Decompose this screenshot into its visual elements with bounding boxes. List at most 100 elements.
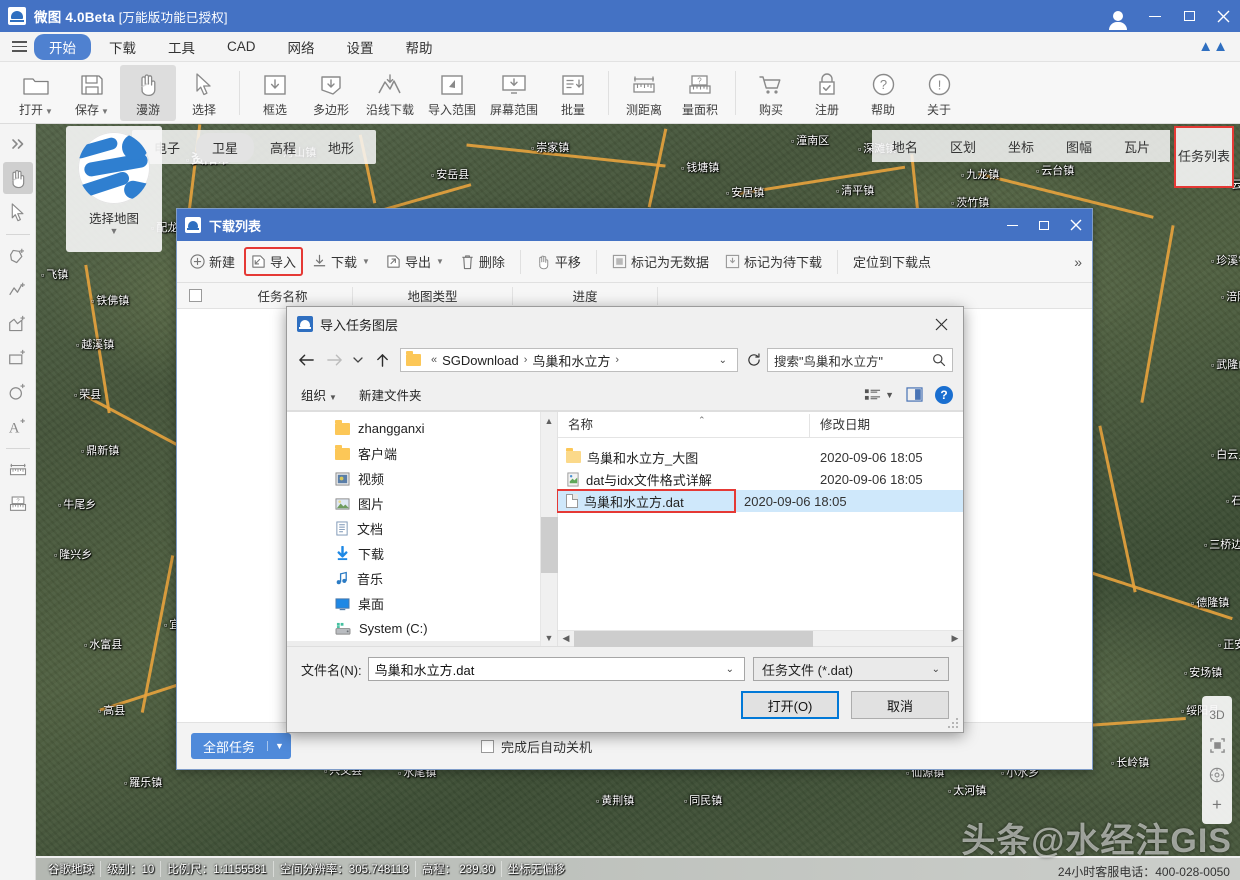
toolbar-overflow-button[interactable]: » [1074,254,1082,270]
help-icon[interactable]: ? [935,386,953,404]
layer-toggle-districts[interactable]: 区划 [934,133,992,160]
help-button[interactable]: ? 帮助 [855,65,911,121]
sidebar-scrollbar[interactable]: ▲ ▼ [540,412,557,646]
add-rectangle-icon[interactable] [3,342,33,374]
add-text-icon[interactable]: A [3,410,33,442]
measure-distance-button[interactable]: 测距离 [616,65,672,121]
polyline-download-button[interactable]: 沿线下载 [359,65,421,121]
scrollbar-track[interactable] [541,429,558,629]
sidebar-item-9[interactable]: System (C:) [287,616,540,641]
pan-hand-icon[interactable] [3,162,33,194]
organize-button[interactable]: 组织▼ [301,385,337,404]
up-button[interactable] [369,347,395,373]
map-type-elevation[interactable]: 高程 [254,133,312,162]
fullscreen-icon[interactable] [1204,730,1230,760]
pan-tool-button[interactable]: 平移 [529,247,588,276]
breadcrumb[interactable]: « SGDownload › 鸟巢和水立方 › ⌄ [400,348,738,372]
three-d-button[interactable]: 3D [1204,700,1230,730]
sidebar-item-6[interactable]: 下载 [287,541,540,566]
import-range-button[interactable]: 导入范围 [421,65,483,121]
batch-button[interactable]: 批量 [545,65,601,121]
delete-button[interactable]: 删除 [453,247,512,276]
layer-toggle-tiles[interactable]: 瓦片 [1108,133,1166,160]
add-polygon-icon[interactable] [3,240,33,272]
mark-nodata-button[interactable]: 标记为无数据 [605,247,716,276]
buy-button[interactable]: 购买 [743,65,799,121]
breadcrumb-segment-current[interactable]: 鸟巢和水立方 [532,351,610,370]
sidebar-item-1[interactable]: zhangganxi [287,416,540,441]
add-circle-icon[interactable] [3,376,33,408]
search-input[interactable]: 搜索"鸟巢和水立方" [767,348,953,372]
sidebar-item-2[interactable]: 客户端 [287,441,540,466]
all-tasks-button[interactable]: 全部任务 ▼ [191,733,291,759]
rect-select-button[interactable]: 框选 [247,65,303,121]
open-button[interactable]: 打开(O) [741,691,839,719]
history-dropdown-button[interactable] [349,347,367,373]
scroll-right-icon[interactable]: ▶ [947,633,963,644]
sidebar-item-3[interactable]: 视频 [287,466,540,491]
layer-toggle-coordinates[interactable]: 坐标 [992,133,1050,160]
chevron-down-icon[interactable]: ⌄ [720,664,740,675]
menu-item-help[interactable]: 帮助 [392,34,447,60]
close-button[interactable] [1060,209,1092,241]
file-list-item[interactable]: 鸟巢和水立方_大图2020-09-06 18:05 [558,446,963,468]
maximize-button[interactable] [1172,0,1206,32]
sidebar-item-5[interactable]: 文档 [287,516,540,541]
scroll-down-icon[interactable]: ▼ [541,629,558,646]
menu-item-download[interactable]: 下载 [95,34,150,60]
locate-download-point-button[interactable]: 定位到下载点 [846,247,938,276]
compass-icon[interactable] [1204,760,1230,790]
select-all-checkbox[interactable] [177,289,213,302]
column-header-map-type[interactable]: 地图类型 [353,287,513,305]
minimize-button[interactable] [996,209,1028,241]
zoom-in-button[interactable]: + [1204,790,1230,820]
map-chooser-button[interactable]: 选择地图 ▼ [66,126,162,252]
import-button[interactable]: 导入 [244,247,303,276]
layer-toggle-mapsheet[interactable]: 图幅 [1050,133,1108,160]
chevron-down-icon[interactable]: ⌄ [713,355,733,366]
menu-item-tools[interactable]: 工具 [154,34,209,60]
cancel-button[interactable]: 取消 [851,691,949,719]
chevron-double-up-icon[interactable]: ▲▲ [1198,38,1228,55]
sidebar-item-10[interactable]: Program Files (D:) [287,641,540,646]
sidebar-item-8[interactable]: 桌面 [287,591,540,616]
measure-area-icon[interactable]: ? [3,488,33,520]
map-type-satellite[interactable]: 卫星 [196,133,254,162]
new-task-button[interactable]: 新建 [183,247,242,276]
hscrollbar-thumb[interactable] [574,631,813,647]
task-list-button[interactable]: 任务列表 [1174,126,1234,188]
measure-area-button[interactable]: ? 量面积 [672,65,728,121]
sidebar-item-7[interactable]: 音乐 [287,566,540,591]
sidebar-item-4[interactable]: 图片 [287,491,540,516]
menu-item-start[interactable]: 开始 [34,34,91,60]
map-type-terrain[interactable]: 地形 [312,133,370,162]
auto-shutdown-option[interactable]: 完成后自动关机 [481,737,592,756]
mark-pending-button[interactable]: 标记为待下载 [718,247,829,276]
about-button[interactable]: ! 关于 [911,65,967,121]
preview-pane-button[interactable] [906,387,923,402]
breadcrumb-segment-sgdownload[interactable]: SGDownload [442,353,519,368]
polygon-button[interactable]: 多边形 [303,65,359,121]
save-button[interactable]: 保存▼ [64,65,120,121]
measure-distance-icon[interactable] [3,454,33,486]
cursor-arrow-icon[interactable] [3,196,33,228]
user-account-button[interactable] [1098,0,1138,32]
register-button[interactable]: 注册 [799,65,855,121]
forward-button[interactable] [321,347,347,373]
view-mode-button[interactable]: ▼ [864,388,894,402]
file-list-item[interactable]: 鸟巢和水立方.dat2020-09-06 18:05 [558,490,963,512]
file-list-item[interactable]: dat与idx文件格式详解2020-09-06 18:05 [558,468,963,490]
open-button[interactable]: 打开▼ [8,65,64,121]
download-button[interactable]: 下载 ▼ [305,247,377,276]
filetype-dropdown[interactable]: 任务文件 (*.dat) ⌄ [753,657,949,681]
add-polyline-icon[interactable] [3,274,33,306]
select-button[interactable]: 选择 [176,65,232,121]
expand-icon[interactable] [3,128,33,160]
column-header-task-name[interactable]: 任务名称 [213,287,353,305]
add-area-icon[interactable] [3,308,33,340]
layer-toggle-placenames[interactable]: 地名 [876,133,934,160]
column-header-date[interactable]: 修改日期 [810,414,963,437]
screen-range-button[interactable]: 屏幕范围 [483,65,545,121]
refresh-icon[interactable] [743,348,765,372]
resize-grip[interactable] [948,718,960,730]
